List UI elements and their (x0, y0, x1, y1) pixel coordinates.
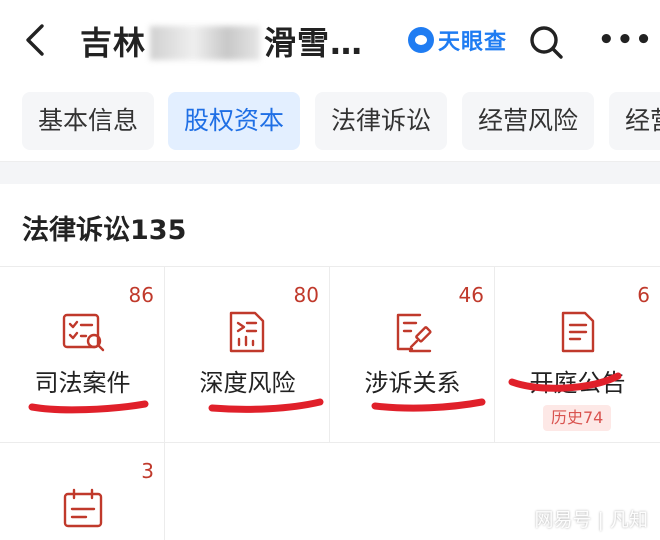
grid-item-judicial-cases[interactable]: 86 司法案件 (0, 267, 165, 443)
grid-empty-cell (165, 443, 330, 540)
notice-document-icon (561, 311, 595, 353)
title-blurred-segment (150, 26, 261, 60)
tab-legal-litigation[interactable]: 法律诉讼 (315, 92, 447, 150)
grid-item-court-notice[interactable]: 6 开庭公告 历史74 (495, 267, 660, 443)
company-title: 吉林 滑雪… (80, 18, 363, 64)
title-start: 吉林 (80, 24, 147, 62)
litigation-grid: 86 司法案件 80 深度风险 46 涉诉关系 6 开庭公告 历史74 3 (0, 266, 660, 540)
grid-item-schedule[interactable]: 3 (0, 443, 165, 540)
grid-item-litigation-relations[interactable]: 46 涉诉关系 (330, 267, 495, 443)
brand-name: 天眼查 (438, 30, 508, 55)
category-tabs: 基本信息 股权资本 法律诉讼 经营风险 经营 (0, 80, 660, 162)
item-count: 80 (293, 283, 319, 307)
section-title: 法律诉讼135 (22, 208, 186, 247)
tab-operating-risk[interactable]: 经营风险 (462, 92, 594, 150)
history-badge[interactable]: 历史74 (543, 405, 612, 431)
item-count: 46 (458, 283, 484, 307)
section-title-count: 135 (130, 215, 187, 246)
top-bar: 吉林 滑雪… 天眼查 ••• (0, 0, 660, 80)
chevron-left-icon[interactable] (20, 22, 50, 58)
calendar-icon (63, 488, 103, 528)
gavel-document-icon (396, 313, 432, 353)
tab-equity-capital[interactable]: 股权资本 (168, 92, 300, 150)
risk-report-icon (229, 311, 265, 353)
watermark: 网易号 | 凡知 (534, 509, 648, 531)
tab-basic-info[interactable]: 基本信息 (22, 92, 154, 150)
item-label: 涉诉关系 (364, 369, 461, 397)
section-title-label: 法律诉讼 (22, 215, 130, 246)
title-end: 滑雪… (264, 24, 364, 62)
item-count: 6 (637, 283, 650, 307)
brand-logo: 天眼查 (408, 24, 507, 56)
search-icon[interactable] (528, 24, 564, 60)
item-label: 司法案件 (34, 369, 131, 397)
tab-operating-more[interactable]: 经营 (609, 92, 660, 150)
grid-item-deep-risk[interactable]: 80 深度风险 (165, 267, 330, 443)
case-list-icon (62, 313, 105, 352)
more-horizontal-icon[interactable]: ••• (598, 27, 652, 53)
section-divider (0, 162, 660, 184)
item-label: 深度风险 (199, 369, 296, 397)
brand-eye-icon (408, 27, 434, 53)
item-count: 86 (128, 283, 154, 307)
item-label: 开庭公告 (529, 369, 626, 397)
item-count: 3 (141, 459, 154, 483)
